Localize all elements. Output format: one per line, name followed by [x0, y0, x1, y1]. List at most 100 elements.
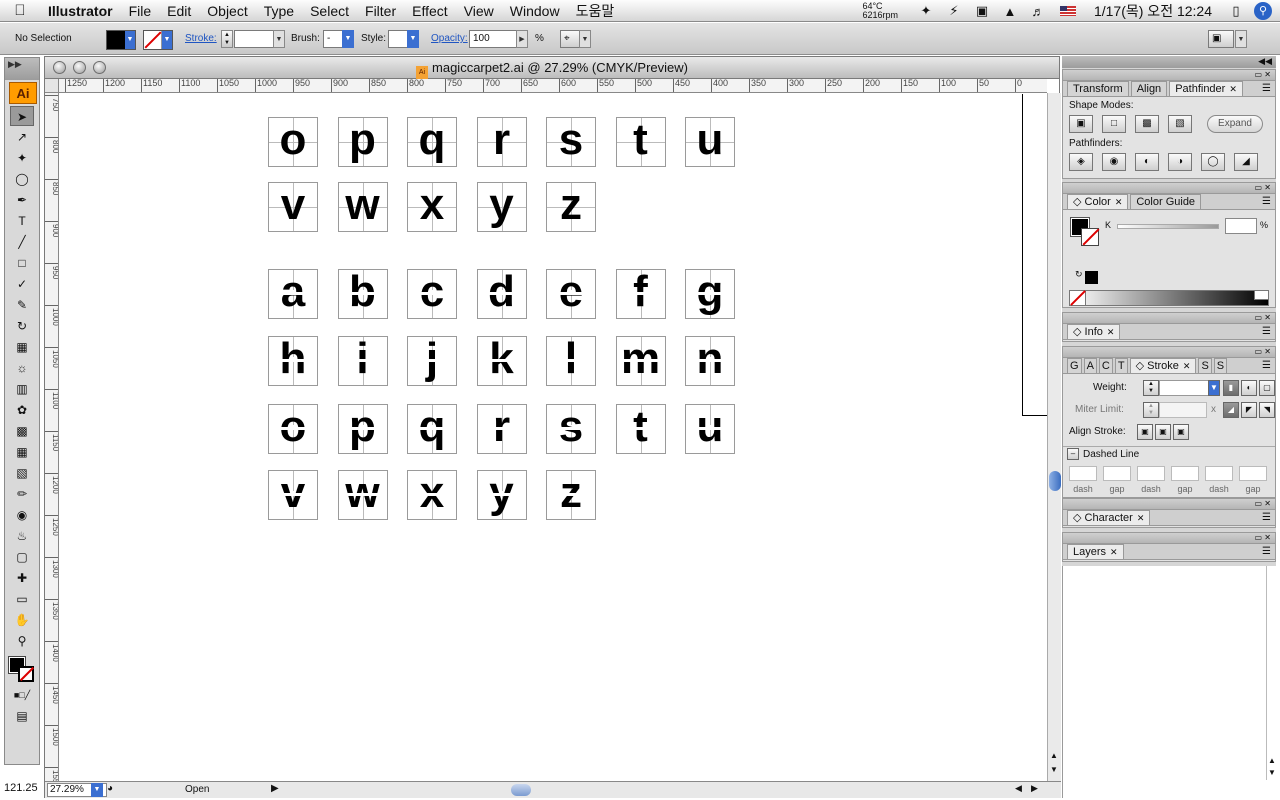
stroke-weight-stepper[interactable]: ▲ ▼ [221, 30, 233, 48]
tab-appearance[interactable]: A [1083, 358, 1097, 373]
white-swatch[interactable] [1254, 291, 1268, 300]
weight-input[interactable] [1159, 380, 1209, 396]
close-tab-icon[interactable]: ✕ [1110, 547, 1118, 557]
menu-filter[interactable]: Filter [357, 3, 404, 19]
pencil-tool-icon[interactable]: ✎ [10, 295, 34, 315]
glyph-cell[interactable]: w [337, 182, 388, 232]
glyph-cell[interactable]: k [476, 334, 527, 386]
battery-icon[interactable]: ▯ [1225, 3, 1247, 19]
glyph-cell[interactable]: z [546, 468, 596, 520]
trim-button[interactable]: ◉ [1102, 153, 1126, 171]
glyph-cell[interactable]: t [615, 117, 666, 167]
glyph-cell[interactable]: b [337, 267, 388, 319]
tab-color-guide[interactable]: Color Guide [1130, 194, 1202, 209]
spotlight-icon[interactable]: ⚲ [1254, 2, 1272, 20]
glyph-cell[interactable]: o [268, 402, 318, 454]
tab-swatches[interactable]: S [1198, 358, 1212, 373]
glyph-cell[interactable]: z [546, 182, 596, 232]
tab-layers[interactable]: Layers ✕ [1067, 544, 1124, 559]
weight-stepper[interactable]: ▲ ▼ [1143, 380, 1159, 396]
lasso-tool-icon[interactable]: ◯ [10, 169, 34, 189]
panel-menu-icon[interactable]: ☰ [1262, 546, 1271, 557]
input-source-flag-icon[interactable] [1059, 6, 1076, 16]
menu-edit[interactable]: Edit [159, 3, 199, 19]
gradient-tool-icon[interactable]: ▧ [10, 463, 34, 483]
close-tab-icon[interactable]: ✕ [1115, 197, 1123, 207]
vertical-ruler[interactable]: 750 800 850 900 950 1000 1050 1100 1150 1200 1250 1… [45, 93, 59, 781]
glyph-cell[interactable]: o [268, 117, 318, 167]
live-paint-tool-icon[interactable]: ♨ [10, 526, 34, 546]
tab-align[interactable]: Align [1130, 81, 1168, 96]
dash-input[interactable] [1205, 466, 1233, 481]
blend-tool-icon[interactable]: ◉ [10, 505, 34, 525]
crop-button[interactable]: ◑ [1168, 153, 1192, 171]
fill-swatch[interactable]: ▼ [106, 30, 136, 50]
glyph-cell[interactable]: q [407, 402, 457, 454]
close-tab-icon[interactable]: ✕ [1183, 361, 1191, 371]
miter-stepper[interactable]: ▲ ▼ [1143, 402, 1159, 418]
opacity-input[interactable]: 100 [469, 30, 517, 48]
k-channel-slider[interactable] [1117, 224, 1219, 229]
gap-input[interactable] [1239, 466, 1267, 481]
document-titlebar[interactable]: Ai magiccarpet2.ai @ 27.29% (CMYK/Preview… [45, 57, 1059, 80]
scroll-up-arrow[interactable]: ▲ [1050, 751, 1058, 760]
panel-group-header[interactable]: ▭ ✕ [1063, 313, 1275, 324]
tab-character[interactable]: ◇ Character ✕ [1067, 510, 1151, 525]
minus-back-button[interactable]: ◢ [1234, 153, 1258, 171]
divide-button[interactable]: ◈ [1069, 153, 1093, 171]
tab-color[interactable]: ◇ Color ✕ [1067, 194, 1129, 209]
glyph-cell[interactable]: v [268, 468, 318, 520]
warp-tool-icon[interactable]: ☼ [10, 358, 34, 378]
glyph-cell[interactable]: p [337, 117, 388, 167]
glyph-cell[interactable]: w [337, 468, 388, 520]
glyph-cell[interactable]: u [685, 402, 735, 454]
style-dropdown-arrow[interactable]: ▼ [407, 30, 419, 48]
glyph-cell[interactable]: i [337, 334, 388, 386]
scroll-left-arrow[interactable]: ◀ [1015, 783, 1022, 794]
bevel-join-button[interactable]: ◥ [1259, 402, 1275, 418]
tools-panel-header[interactable]: ▶▶ [5, 58, 39, 80]
panel-group-header[interactable]: ▭ ✕ [1063, 499, 1275, 510]
intersect-shape-button[interactable]: ▩ [1135, 115, 1159, 133]
status-menu-arrow[interactable]: ▶ [271, 783, 279, 794]
apple-menu-icon[interactable]:  [0, 2, 40, 19]
glyph-cell[interactable]: l [546, 334, 596, 386]
magic-wand-tool-icon[interactable]: ✦ [10, 148, 34, 168]
close-window-button[interactable] [53, 61, 66, 74]
direct-selection-tool-icon[interactable]: ↗ [10, 127, 34, 147]
glyph-cell[interactable]: u [685, 117, 735, 167]
gap-input[interactable] [1171, 466, 1199, 481]
tab-info[interactable]: ◇ Info ✕ [1067, 324, 1121, 339]
panel-menu-icon[interactable]: ☰ [1262, 196, 1271, 207]
mesh-tool-icon[interactable]: ▦ [10, 442, 34, 462]
glyph-cell[interactable]: a [268, 267, 318, 319]
display-icon[interactable]: ▣ [971, 3, 993, 19]
glyph-cell[interactable]: h [268, 334, 318, 386]
fill-stroke-swatches[interactable] [8, 656, 35, 683]
panel-group-header[interactable]: ▭ ✕ [1063, 70, 1275, 81]
slice-tool-icon[interactable]: ✚ [10, 568, 34, 588]
power-icon[interactable]: ⚡ [943, 3, 965, 19]
free-transform-tool-icon[interactable]: ▥ [10, 379, 34, 399]
projecting-cap-button[interactable]: ▢ [1259, 380, 1275, 396]
tab-transform[interactable]: Transform [1067, 81, 1129, 96]
menu-app[interactable]: Illustrator [40, 3, 121, 19]
tab-color-mini[interactable]: C [1098, 358, 1113, 373]
scroll-right-arrow[interactable]: ▶ [1031, 783, 1038, 794]
workspace-icon[interactable]: ▣ [1208, 30, 1234, 48]
expand-button[interactable]: Expand [1207, 115, 1263, 133]
opacity-label-link[interactable]: Opacity: [431, 30, 468, 48]
version-cue-icon[interactable]: ◕ [107, 783, 113, 794]
close-tab-icon[interactable]: ✕ [1107, 327, 1115, 337]
menu-type[interactable]: Type [256, 3, 302, 19]
screen-mode-icon[interactable]: ▤ [10, 706, 34, 726]
select-similar-icon[interactable]: ⌖ [560, 30, 580, 48]
subtract-from-shape-button[interactable]: □ [1102, 115, 1126, 133]
panel-menu-icon[interactable]: ☰ [1262, 83, 1271, 94]
selection-tool-icon[interactable]: ➤ [10, 106, 34, 126]
type-tool-icon[interactable]: T [10, 211, 34, 231]
align-outside-button[interactable]: ▣ [1173, 424, 1189, 440]
glyph-cell[interactable]: y [476, 468, 527, 520]
menu-select[interactable]: Select [302, 3, 357, 19]
menubar-clock[interactable]: 1/17(목) 오전 12:24 [1094, 1, 1212, 21]
